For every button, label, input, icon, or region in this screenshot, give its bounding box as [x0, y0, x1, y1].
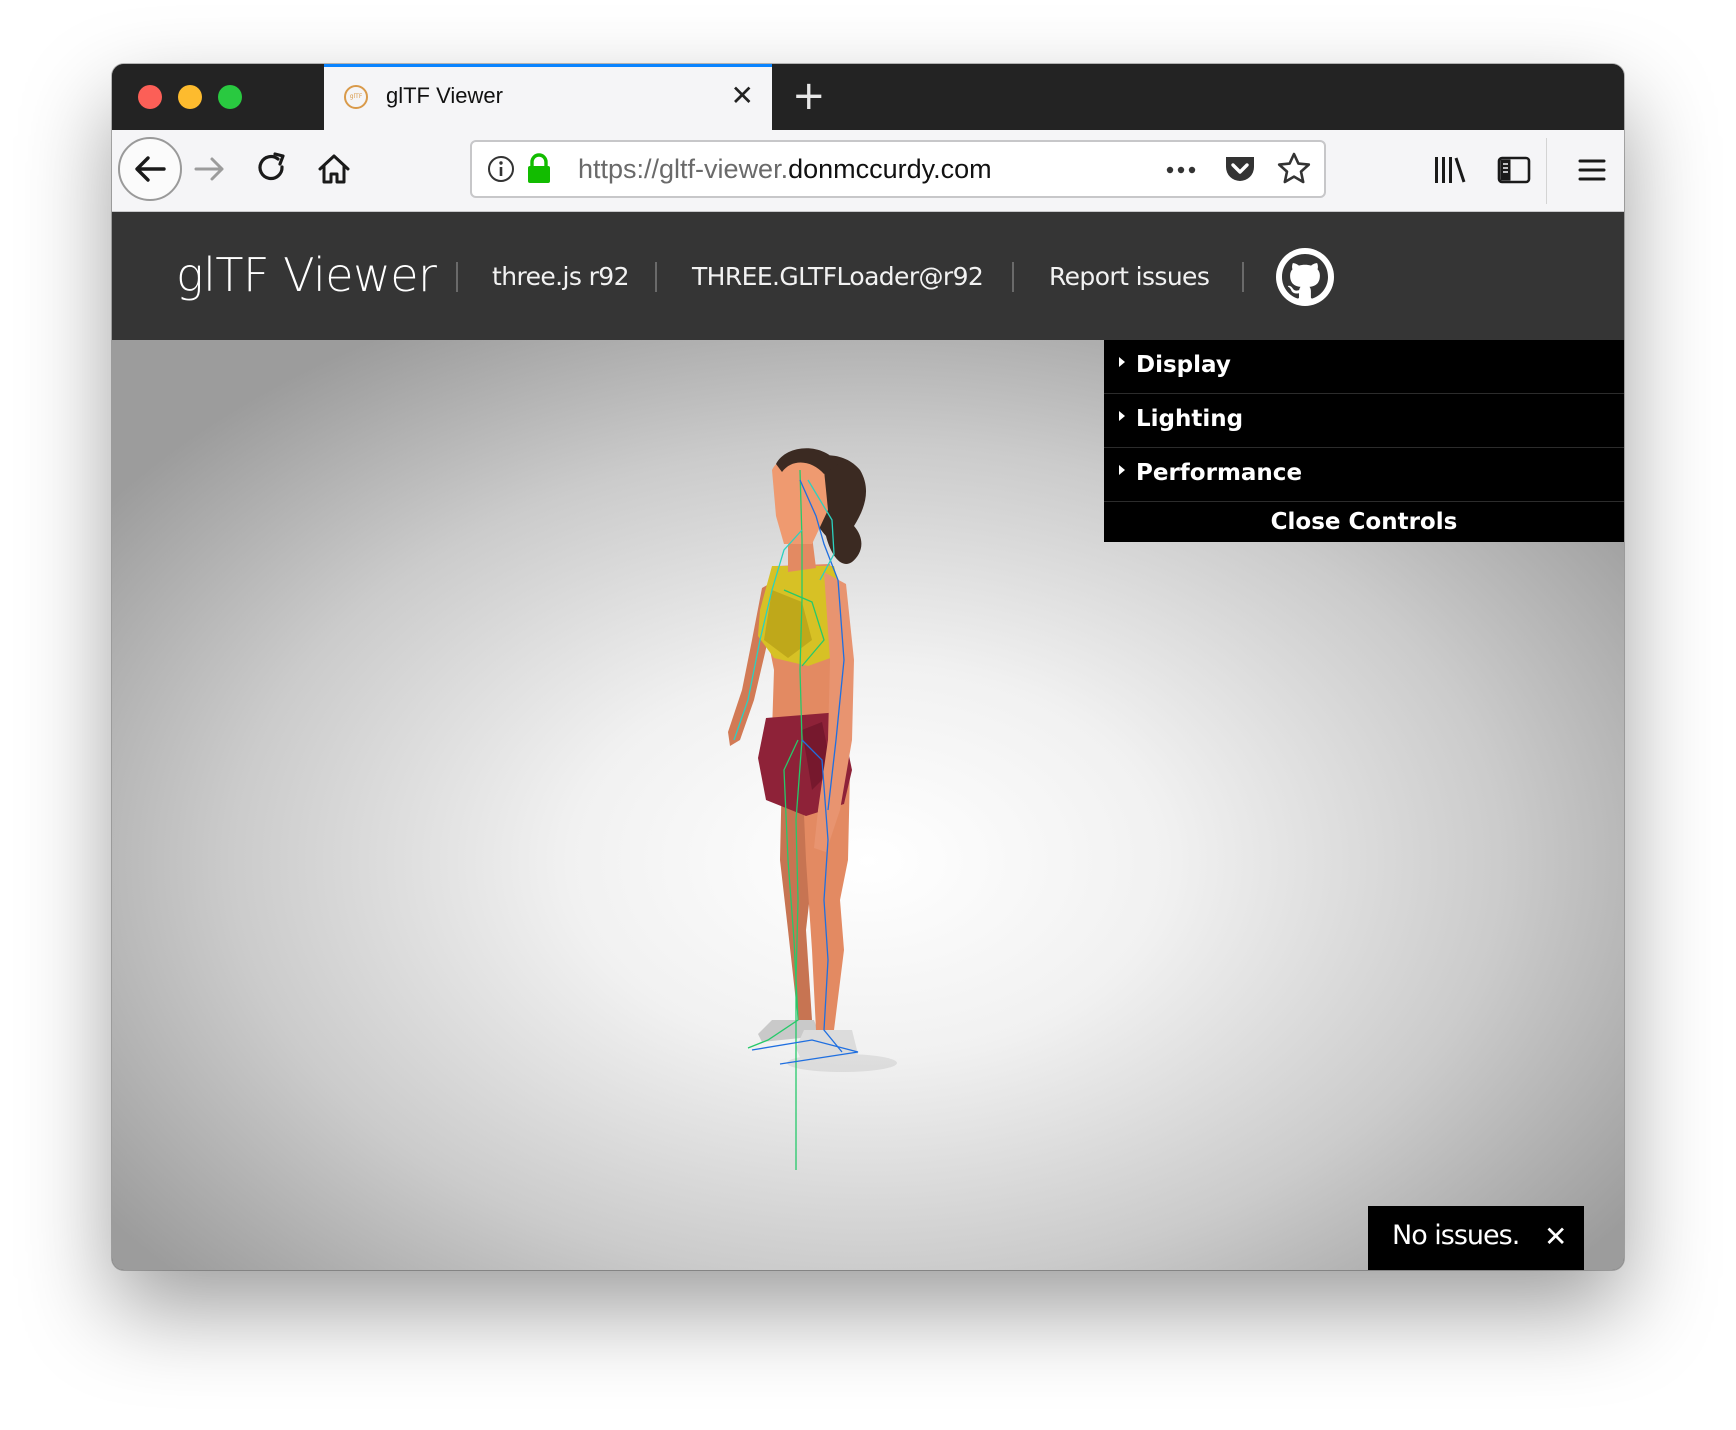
- navigation-toolbar: https://gltf-viewer.donmccurdy.com: [112, 130, 1624, 212]
- library-icon[interactable]: [1430, 150, 1470, 190]
- gltf-favicon-icon: glTF: [344, 85, 368, 109]
- nav-separator: [456, 262, 458, 292]
- site-title[interactable]: glTF Viewer: [176, 248, 437, 302]
- close-tab-icon[interactable]: ✕: [731, 81, 754, 111]
- tab-gltf-viewer[interactable]: glTF glTF Viewer ✕: [324, 64, 772, 130]
- pocket-icon[interactable]: [1222, 152, 1258, 186]
- close-controls-button[interactable]: Close Controls: [1104, 502, 1624, 542]
- page-actions-icon[interactable]: [1164, 158, 1200, 182]
- report-issues-link[interactable]: Report issues: [1049, 262, 1210, 291]
- back-button[interactable]: [118, 137, 182, 201]
- info-icon[interactable]: [486, 154, 516, 184]
- github-octocat-icon: [1282, 254, 1328, 299]
- url-bar[interactable]: https://gltf-viewer.donmccurdy.com: [470, 140, 1326, 198]
- folder-label: Lighting: [1136, 406, 1244, 432]
- forward-arrow-icon[interactable]: [188, 147, 232, 191]
- url-text[interactable]: https://gltf-viewer.donmccurdy.com: [578, 154, 992, 185]
- minimize-window-button[interactable]: [178, 85, 202, 109]
- url-prefix: https://gltf-viewer.: [578, 154, 789, 184]
- site-header: glTF Viewer three.js r92 THREE.GLTFLoade…: [112, 212, 1624, 340]
- display-folder[interactable]: Display: [1104, 340, 1624, 394]
- caret-right-icon: [1119, 411, 1125, 421]
- tab-title: glTF Viewer: [386, 83, 503, 108]
- nav-separator: [1012, 262, 1014, 292]
- menu-icon[interactable]: [1572, 150, 1612, 190]
- performance-folder[interactable]: Performance: [1104, 448, 1624, 502]
- caret-right-icon: [1119, 357, 1125, 367]
- tab-bar: glTF glTF Viewer ✕ +: [112, 64, 1624, 130]
- toast-message: No issues.: [1392, 1220, 1520, 1251]
- caret-right-icon: [1119, 465, 1125, 475]
- threejs-version-link[interactable]: three.js r92: [492, 262, 630, 291]
- lighting-folder[interactable]: Lighting: [1104, 394, 1624, 448]
- folder-label: Performance: [1136, 460, 1303, 486]
- close-toast-icon[interactable]: ✕: [1544, 1220, 1567, 1254]
- toolbar-separator: [1546, 138, 1547, 204]
- new-tab-button[interactable]: +: [792, 74, 826, 118]
- close-window-button[interactable]: [138, 85, 162, 109]
- url-domain: donmccurdy.com: [788, 154, 992, 184]
- back-arrow-icon: [135, 156, 166, 182]
- nav-separator: [655, 262, 657, 292]
- sidebar-icon[interactable]: [1494, 150, 1534, 190]
- 3d-viewport[interactable]: Display Lighting Performance Close Contr…: [112, 340, 1624, 1270]
- controls-panel: Display Lighting Performance Close Contr…: [1104, 340, 1624, 542]
- lock-icon: [528, 153, 550, 183]
- page-content: glTF Viewer three.js r92 THREE.GLTFLoade…: [112, 212, 1624, 1270]
- home-icon[interactable]: [312, 147, 356, 191]
- github-icon[interactable]: [1276, 248, 1334, 306]
- reload-icon[interactable]: [250, 147, 294, 191]
- validation-toast[interactable]: No issues. ✕: [1368, 1206, 1584, 1270]
- nav-separator: [1242, 262, 1244, 292]
- browser-window: glTF glTF Viewer ✕ + https://gltf-viewer…: [112, 64, 1624, 1270]
- gltf-loader-link[interactable]: THREE.GLTFLoader@r92: [692, 262, 984, 291]
- maximize-window-button[interactable]: [218, 85, 242, 109]
- bookmark-star-icon[interactable]: [1276, 151, 1312, 187]
- folder-label: Display: [1136, 352, 1231, 378]
